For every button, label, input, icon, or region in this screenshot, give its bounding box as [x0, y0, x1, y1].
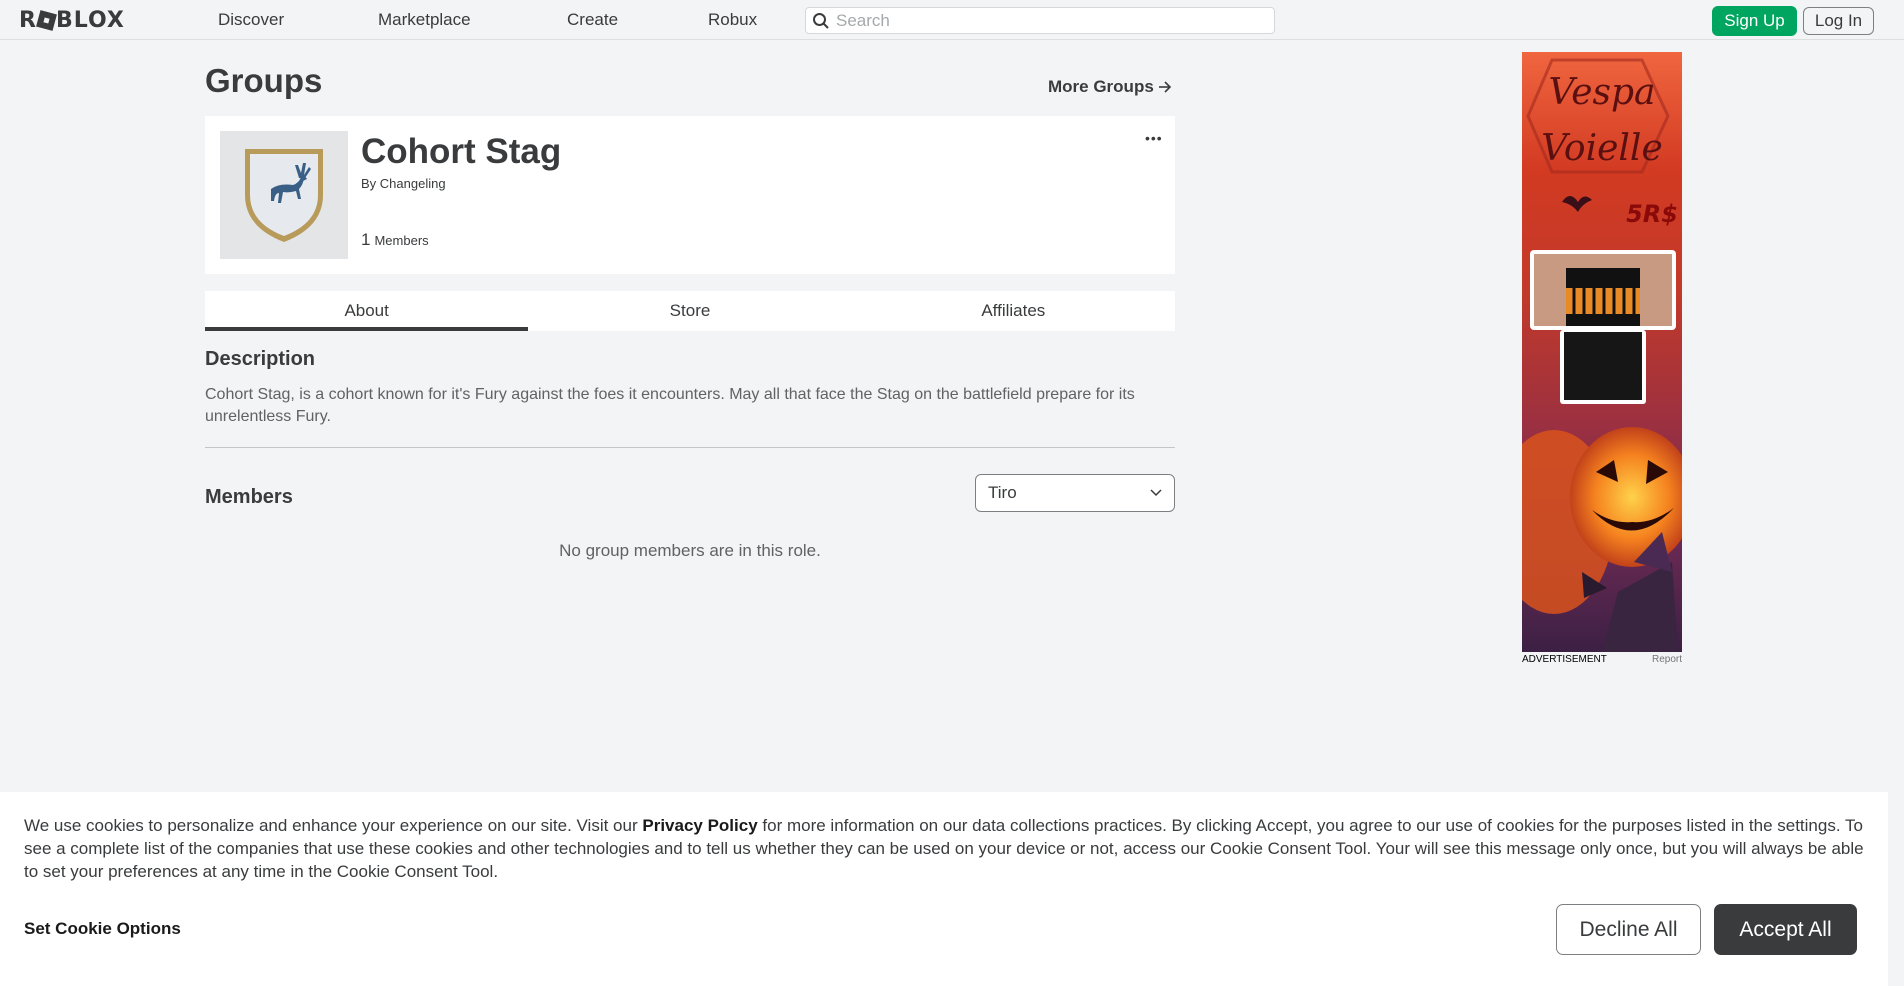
- chevron-down-icon: [1150, 489, 1162, 497]
- arrow-right-icon: [1158, 81, 1171, 93]
- ad-price: 5R$: [1626, 200, 1678, 228]
- nav-link-create[interactable]: Create: [567, 0, 618, 40]
- ad-label: ADVERTISEMENT: [1522, 654, 1607, 665]
- top-navigation-bar: R BLOX Discover Marketplace Create Robux …: [0, 0, 1904, 40]
- group-name: Cohort Stag: [361, 132, 562, 171]
- by-label: By: [361, 176, 377, 191]
- more-options-icon[interactable]: •••: [1145, 130, 1163, 146]
- nav-link-robux[interactable]: Robux: [708, 0, 757, 40]
- description-text: Cohort Stag, is a cohort known for it's …: [205, 386, 1135, 425]
- role-dropdown-value: Tiro: [988, 483, 1017, 502]
- sign-up-button[interactable]: Sign Up: [1712, 6, 1797, 36]
- member-count-number: 1: [361, 230, 371, 249]
- tab-affiliates[interactable]: Affiliates: [852, 291, 1175, 331]
- description-heading: Description: [205, 348, 316, 370]
- group-owner-line: By Changeling: [361, 176, 446, 191]
- tab-about[interactable]: About: [205, 291, 529, 331]
- no-members-message: No group members are in this role.: [559, 541, 821, 560]
- accept-all-button[interactable]: Accept All: [1714, 904, 1857, 955]
- search-icon[interactable]: [806, 8, 836, 33]
- search-box: [805, 7, 1275, 34]
- cookie-consent-banner: We use cookies to personalize and enhanc…: [0, 792, 1888, 986]
- page-title: Groups: [205, 62, 323, 99]
- member-count-label: Members: [374, 233, 429, 248]
- group-header-card: Cohort Stag By Changeling 1 Members •••: [205, 116, 1175, 274]
- group-owner-link[interactable]: Changeling: [380, 176, 446, 191]
- ad-line-2: Voielle: [1541, 128, 1663, 169]
- advertisement-banner[interactable]: Vespa Voielle 5R$: [1522, 52, 1682, 652]
- log-in-button[interactable]: Log In: [1803, 7, 1874, 35]
- privacy-policy-link[interactable]: Privacy Policy: [642, 816, 757, 835]
- group-member-count: 1 Members: [361, 230, 429, 250]
- section-divider: [205, 447, 1175, 448]
- stag-shield-icon: [245, 149, 323, 242]
- ad-footer: ADVERTISEMENT Report: [1522, 654, 1682, 665]
- tab-store[interactable]: Store: [528, 291, 851, 331]
- group-tabs: About Store Affiliates: [205, 291, 1175, 331]
- roblox-logo[interactable]: R BLOX: [19, 8, 125, 33]
- group-emblem: [220, 131, 348, 259]
- more-groups-link[interactable]: More Groups: [1048, 77, 1172, 97]
- set-cookie-options-link[interactable]: Set Cookie Options: [24, 919, 181, 939]
- cookie-message: We use cookies to personalize and enhanc…: [24, 814, 1864, 883]
- decline-all-button[interactable]: Decline All: [1556, 904, 1701, 955]
- more-groups-label: More Groups: [1048, 77, 1154, 96]
- search-input[interactable]: [836, 10, 1256, 31]
- nav-link-marketplace[interactable]: Marketplace: [378, 0, 471, 40]
- ad-report-link[interactable]: Report: [1652, 654, 1682, 665]
- nav-link-discover[interactable]: Discover: [218, 0, 284, 40]
- ad-line-1: Vespa: [1549, 72, 1656, 113]
- members-heading: Members: [205, 486, 293, 508]
- role-dropdown[interactable]: Tiro: [975, 474, 1175, 512]
- cookie-text-intro: We use cookies to personalize and enhanc…: [24, 816, 643, 835]
- ad-artwork: Vespa Voielle 5R$: [1522, 58, 1682, 652]
